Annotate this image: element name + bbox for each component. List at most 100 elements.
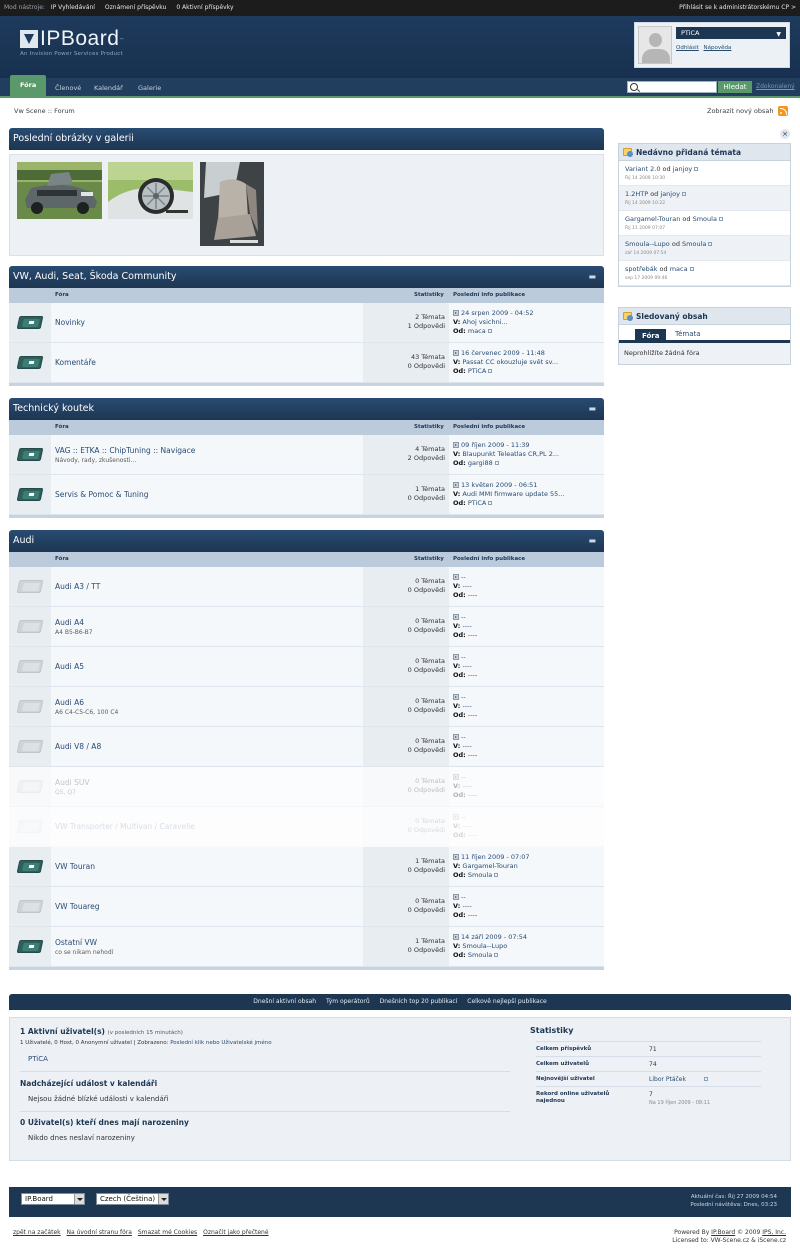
ips-link[interactable]: IPS, Inc.	[762, 1229, 786, 1236]
best-posts-link[interactable]: Celkově nejlepší publikace	[467, 998, 546, 1005]
profile-icon[interactable]	[487, 329, 492, 333]
forum-name[interactable]: VW Touran	[55, 862, 95, 871]
profile-icon[interactable]	[494, 953, 499, 957]
category-title[interactable]: VW, Audi, Seat, Škoda Community	[13, 271, 176, 282]
ipboard-link[interactable]: IP.Board	[711, 1229, 735, 1236]
breadcrumb[interactable]: Vw Scene :: Forum	[14, 107, 75, 115]
recent-topic-author[interactable]: janjoy	[660, 190, 680, 198]
forum-new-posts-icon[interactable]	[16, 940, 44, 953]
recent-topic-author[interactable]: maca	[670, 265, 688, 273]
profile-icon[interactable]	[488, 369, 493, 373]
last-post-date[interactable]: 16 červenec 2009 - 11:48	[461, 349, 545, 357]
profile-icon[interactable]	[708, 242, 713, 246]
category-title[interactable]: Technický koutek	[13, 403, 94, 414]
forum-no-new-posts-icon[interactable]	[16, 660, 44, 673]
last-post-author[interactable]: ----	[468, 911, 477, 919]
forum-no-new-posts-icon[interactable]	[16, 620, 44, 633]
close-icon[interactable]: ×	[780, 129, 790, 139]
todays-active-content-link[interactable]: Dnešní aktivní obsah	[253, 998, 316, 1005]
last-post-topic[interactable]: ----	[462, 822, 471, 830]
last-post-author[interactable]: ----	[468, 591, 477, 599]
go-to-post-icon[interactable]	[453, 482, 459, 488]
top-20-posts-link[interactable]: Dnešních top 20 publikací	[380, 998, 458, 1005]
last-post-date[interactable]: --	[461, 813, 466, 821]
forum-name[interactable]: Servis & Pomoc & Tuning	[55, 490, 149, 499]
active-posts-link[interactable]: 0 Aktivní příspěvky	[176, 4, 233, 11]
forum-no-new-posts-icon[interactable]	[16, 900, 44, 913]
rss-icon[interactable]	[778, 106, 788, 116]
go-to-post-icon[interactable]	[453, 350, 459, 356]
profile-icon[interactable]	[494, 873, 499, 877]
gallery-thumb[interactable]	[200, 162, 264, 246]
last-post-topic[interactable]: Blaupunkt Teleatlas CR,PL 2...	[462, 450, 559, 458]
forum-name[interactable]: Novinky	[55, 318, 85, 327]
forum-name[interactable]: VAG :: ETKA :: ChipTuning :: Navigace	[55, 446, 195, 455]
delete-cookies-link[interactable]: Smazat mé Cookies	[138, 1229, 197, 1236]
forum-no-new-posts-icon[interactable]	[16, 820, 44, 833]
forum-new-posts-icon[interactable]	[16, 316, 44, 329]
user-menu[interactable]: PTiCA ▼	[676, 27, 786, 39]
ip-search-link[interactable]: IP Vyhledávání	[51, 4, 95, 11]
collapse-icon[interactable]: ▬	[588, 530, 596, 552]
last-post-author[interactable]: ----	[468, 751, 477, 759]
recent-topic-author[interactable]: janjoy	[673, 165, 693, 173]
profile-icon[interactable]	[681, 192, 686, 196]
forum-name[interactable]: Audi A5	[55, 662, 84, 671]
profile-icon[interactable]	[689, 267, 694, 271]
search-button[interactable]: Hledat	[718, 81, 752, 93]
go-to-post-icon[interactable]	[453, 442, 459, 448]
forum-name[interactable]: VW Touareg	[55, 902, 99, 911]
forum-name[interactable]: Komentáře	[55, 358, 96, 367]
forum-new-posts-icon[interactable]	[16, 356, 44, 369]
recent-topic-link[interactable]: Smoula--Lupo	[625, 240, 670, 248]
recent-topic-author[interactable]: Smoula	[693, 215, 717, 223]
go-to-post-icon[interactable]	[453, 310, 459, 316]
go-to-post-icon[interactable]	[453, 734, 459, 740]
skin-select[interactable]: IP.Board	[21, 1193, 85, 1205]
collapse-icon[interactable]: ▬	[588, 398, 596, 420]
go-to-post-icon[interactable]	[453, 854, 459, 860]
last-post-author[interactable]: Smoula	[468, 951, 492, 959]
last-post-author[interactable]: ----	[468, 631, 477, 639]
forum-new-posts-icon[interactable]	[16, 488, 44, 501]
moderator-team-link[interactable]: Tým operátorů	[326, 998, 370, 1005]
last-post-date[interactable]: 14 září 2009 - 07:54	[461, 933, 527, 941]
gallery-thumb[interactable]	[17, 162, 102, 219]
recent-topic-author[interactable]: Smoula	[682, 240, 706, 248]
last-post-topic[interactable]: Audi MMI firmware update 55...	[462, 490, 564, 498]
last-post-date[interactable]: 11 říjen 2009 - 07:07	[461, 853, 530, 861]
recent-topic-link[interactable]: 1.2HTP	[625, 190, 648, 198]
forum-no-new-posts-icon[interactable]	[16, 740, 44, 753]
go-to-post-icon[interactable]	[453, 694, 459, 700]
recent-topic-link[interactable]: Gargamel-Touran	[625, 215, 680, 223]
gallery-thumb[interactable]	[108, 162, 193, 219]
logout-link[interactable]: Odhlásit	[676, 45, 699, 51]
go-to-post-icon[interactable]	[453, 774, 459, 780]
help-link[interactable]: Nápověda	[704, 45, 732, 51]
go-to-post-icon[interactable]	[453, 894, 459, 900]
forum-name[interactable]: Audi A4	[55, 618, 84, 627]
forum-name[interactable]: Ostatní VW	[55, 938, 97, 947]
back-to-top-link[interactable]: zpět na začátek	[13, 1229, 61, 1236]
last-post-author[interactable]: ----	[468, 791, 477, 799]
last-post-topic[interactable]: Gargamel-Touran	[462, 862, 517, 870]
admin-cp-login-link[interactable]: Přihlásit se k administrátorskému CP >	[679, 0, 796, 16]
category-title[interactable]: Audi	[13, 535, 34, 546]
tab-watched-topics[interactable]: Témata	[675, 330, 701, 338]
last-post-author[interactable]: ----	[468, 831, 477, 839]
tab-calendar[interactable]: Kalendář	[94, 81, 123, 96]
tab-members[interactable]: Členové	[55, 81, 81, 96]
last-post-date[interactable]: --	[461, 653, 466, 661]
forum-new-posts-icon[interactable]	[16, 860, 44, 873]
last-post-topic[interactable]: ----	[462, 902, 471, 910]
forum-name[interactable]: Audi SUV	[55, 778, 90, 787]
last-post-topic[interactable]: ----	[462, 662, 471, 670]
last-post-author[interactable]: Smoula	[468, 871, 492, 879]
forum-name[interactable]: VW Transporter / Multivan / Caravelle	[55, 822, 195, 831]
last-post-topic[interactable]: Passat CC okouzluje svět sv...	[462, 358, 558, 366]
sort-by-link[interactable]: Poslední klik nebo Uživatelské jméno	[170, 1040, 271, 1046]
search-input[interactable]	[640, 82, 716, 92]
last-post-date[interactable]: --	[461, 613, 466, 621]
last-post-topic[interactable]: ----	[462, 702, 471, 710]
tab-forums[interactable]: Fóra	[10, 75, 47, 96]
